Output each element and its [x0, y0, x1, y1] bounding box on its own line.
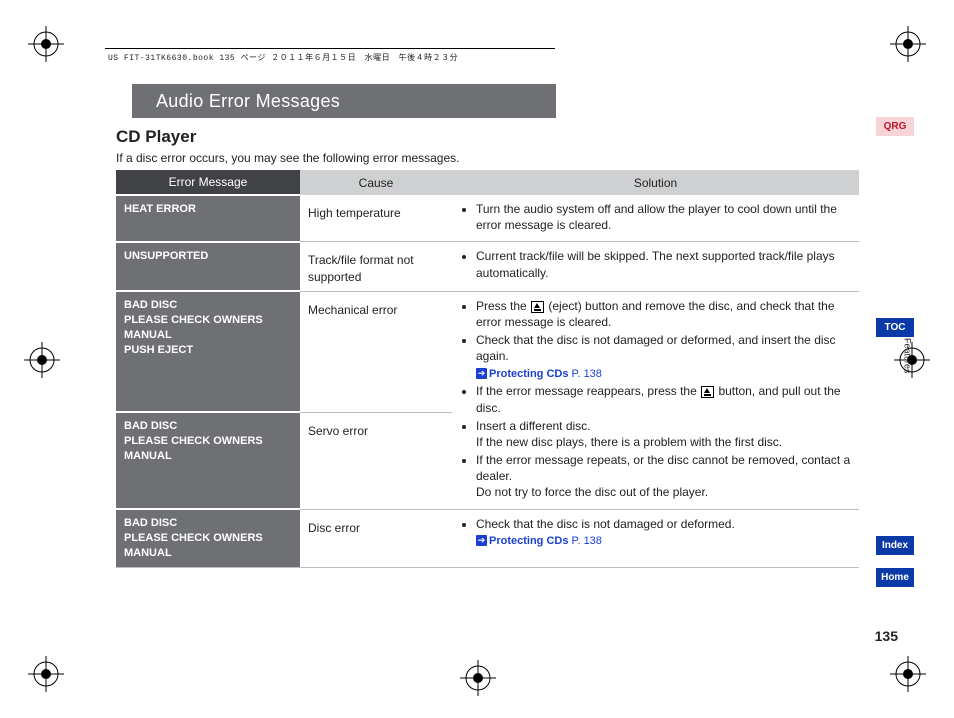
solution-cell: Press the (eject) button and remove the …	[452, 291, 859, 509]
section-heading: CD Player	[116, 127, 196, 147]
col-header-error: Error Message	[116, 170, 300, 195]
tab-index[interactable]: Index	[876, 536, 914, 555]
solution-item: If the error message repeats, or the dis…	[476, 452, 851, 501]
registration-mark-icon	[890, 656, 926, 692]
registration-mark-icon	[890, 26, 926, 62]
solution-cell: Check that the disc is not damaged or de…	[452, 509, 859, 567]
error-cell: BAD DISC PLEASE CHECK OWNERS MANUAL PUSH…	[116, 291, 300, 412]
xref-link[interactable]: Protecting CDs	[489, 368, 568, 380]
solution-item: Current track/file will be skipped. The …	[476, 248, 851, 280]
xref-arrow-icon: ➔	[476, 368, 487, 379]
registration-mark-icon	[28, 656, 64, 692]
intro-text: If a disc error occurs, you may see the …	[116, 151, 459, 165]
error-table: Error Message Cause Solution HEAT ERROR …	[116, 170, 859, 568]
error-cell: HEAT ERROR	[116, 195, 300, 242]
table-row: HEAT ERROR High temperature Turn the aud…	[116, 195, 859, 242]
tab-features[interactable]: Features	[900, 338, 914, 376]
tab-home[interactable]: Home	[876, 568, 914, 587]
xref-link[interactable]: Protecting CDs	[489, 535, 568, 547]
book-meta: US FIT-31TK6630.book 135 ページ ２０１１年６月１５日 …	[108, 52, 458, 63]
table-row: UNSUPPORTED Track/file format not suppor…	[116, 242, 859, 291]
cause-cell: Disc error	[300, 509, 452, 567]
solution-item: Turn the audio system off and allow the …	[476, 201, 851, 233]
registration-mark-icon	[460, 660, 496, 696]
table-row: BAD DISC PLEASE CHECK OWNERS MANUAL PUSH…	[116, 291, 859, 412]
registration-mark-icon	[28, 26, 64, 62]
col-header-cause: Cause	[300, 170, 452, 195]
page-title: Audio Error Messages	[132, 84, 556, 118]
solution-item: Insert a different disc. If the new disc…	[476, 418, 851, 450]
xref-arrow-icon: ➔	[476, 535, 487, 546]
cause-cell: Track/file format not supported	[300, 242, 452, 291]
error-cell: BAD DISC PLEASE CHECK OWNERS MANUAL	[116, 509, 300, 567]
registration-mark-icon	[24, 342, 60, 378]
error-cell: UNSUPPORTED	[116, 242, 300, 291]
eject-icon	[531, 301, 544, 313]
cause-cell: Servo error	[300, 412, 452, 509]
col-header-solution: Solution	[452, 170, 859, 195]
solution-item: Press the (eject) button and remove the …	[476, 298, 851, 330]
solution-item: Check that the disc is not damaged or de…	[476, 332, 851, 381]
table-row: BAD DISC PLEASE CHECK OWNERS MANUAL Disc…	[116, 509, 859, 567]
solution-item: Check that the disc is not damaged or de…	[476, 516, 851, 549]
cause-cell: Mechanical error	[300, 291, 452, 412]
solution-cell: Turn the audio system off and allow the …	[452, 195, 859, 242]
cause-cell: High temperature	[300, 195, 452, 242]
solution-cell: Current track/file will be skipped. The …	[452, 242, 859, 291]
error-cell: BAD DISC PLEASE CHECK OWNERS MANUAL	[116, 412, 300, 509]
header-rule	[105, 48, 555, 49]
page-number: 135	[875, 628, 898, 644]
tab-qrg[interactable]: QRG	[876, 117, 914, 136]
tab-toc[interactable]: TOC	[876, 318, 914, 337]
eject-icon	[701, 386, 714, 398]
solution-item: If the error message reappears, press th…	[476, 383, 851, 415]
